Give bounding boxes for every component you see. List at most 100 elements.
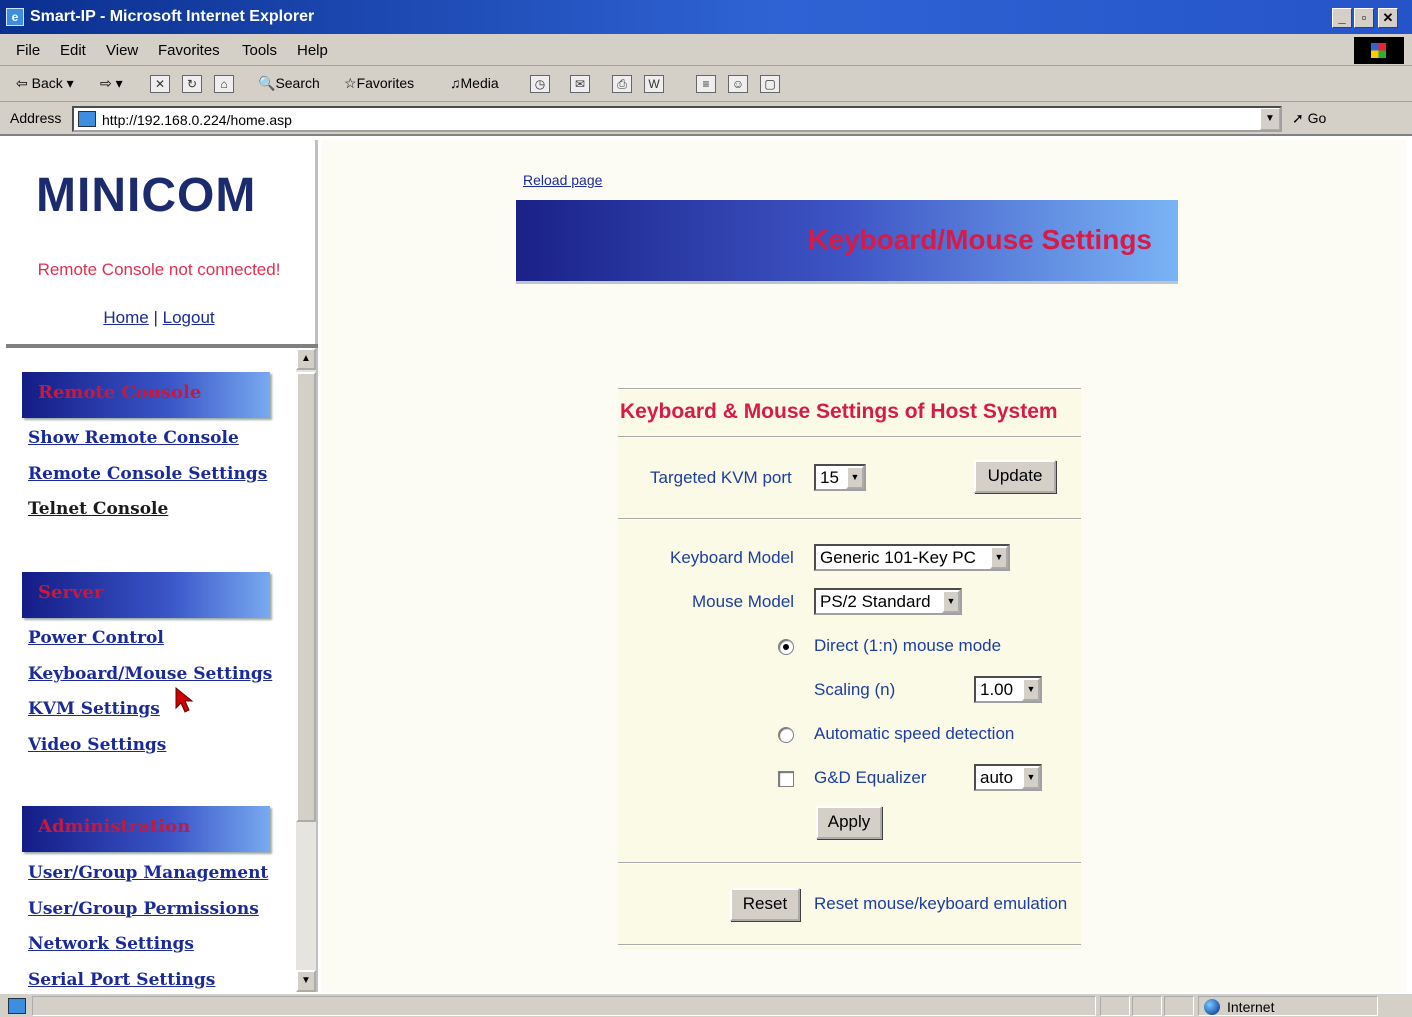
stop-icon[interactable]: ✕ — [150, 75, 170, 93]
scaling-select[interactable]: 1.00 ▼ — [974, 676, 1042, 703]
scroll-thumb[interactable] — [296, 372, 316, 822]
equalizer-select[interactable]: auto ▼ — [974, 764, 1042, 791]
update-button[interactable]: Update — [974, 460, 1056, 493]
mouse-cursor-icon — [175, 686, 194, 713]
panel-divider — [618, 944, 1081, 946]
address-dropdown-icon[interactable]: ▼ — [1260, 108, 1280, 130]
mouse-model-select[interactable]: PS/2 Standard ▼ — [814, 588, 962, 615]
nav-network-settings[interactable]: Network Settings — [28, 934, 194, 954]
kvm-port-select[interactable]: 15 ▼ — [814, 464, 866, 491]
address-label: Address — [10, 110, 62, 126]
go-button[interactable]: ➚ Go — [1292, 110, 1326, 127]
nav-panel: Remote Console Show Remote Console Remot… — [6, 348, 296, 992]
media-button[interactable]: ♫Media — [450, 75, 499, 91]
back-label: Back — [31, 75, 63, 91]
dropdown-arrow-icon: ▼ — [1022, 766, 1040, 789]
mouse-model-label: Mouse Model — [692, 592, 795, 611]
nav-scrollbar[interactable]: ▲ ▼ — [296, 348, 316, 992]
equalizer-label: G&D Equalizer — [814, 768, 927, 787]
edit-icon[interactable]: W — [644, 75, 664, 93]
nav-user-group-management[interactable]: User/Group Management — [28, 863, 268, 883]
keyboard-model-value: Generic 101-Key PC — [820, 548, 976, 567]
history-icon[interactable]: ◷ — [530, 75, 550, 93]
reload-page-link[interactable]: Reload page — [523, 172, 602, 188]
refresh-icon[interactable]: ↻ — [182, 75, 202, 93]
window-title-bar: e Smart-IP - Microsoft Internet Explorer… — [0, 0, 1412, 34]
zone-cell — [1198, 996, 1378, 1016]
nav-header-label: Server — [38, 582, 104, 603]
messenger-icon[interactable]: ☺ — [728, 75, 748, 93]
home-link[interactable]: Home — [103, 308, 148, 327]
page-title: Keyboard/Mouse Settings — [808, 224, 1152, 255]
settings-panel: Keyboard & Mouse Settings of Host System… — [618, 388, 1081, 950]
status-cell — [1132, 996, 1162, 1016]
home-icon[interactable]: ⌂ — [214, 75, 234, 93]
nav-kvm-settings[interactable]: KVM Settings — [28, 699, 160, 719]
nav-user-group-permissions[interactable]: User/Group Permissions — [28, 899, 259, 919]
left-frame: MINICOM Remote Console not connected! Ho… — [6, 140, 318, 992]
nav-header-remote-console: Remote Console — [22, 372, 270, 418]
equalizer-checkbox[interactable] — [778, 771, 794, 787]
close-button[interactable]: ✕ — [1378, 8, 1398, 28]
scaling-value: 1.00 — [980, 680, 1014, 699]
menu-tools[interactable]: Tools — [242, 42, 277, 59]
go-label: Go — [1307, 110, 1327, 126]
window-icon[interactable]: ▢ — [760, 75, 780, 93]
page-icon — [78, 111, 96, 127]
logout-link[interactable]: Logout — [163, 308, 215, 327]
reset-button[interactable]: Reset — [730, 888, 800, 921]
panel-title: Keyboard & Mouse Settings of Host System — [620, 400, 1058, 423]
menu-favorites[interactable]: Favorites — [158, 42, 220, 59]
menu-edit[interactable]: Edit — [60, 42, 86, 59]
equalizer-value: auto — [980, 768, 1014, 787]
maximize-button[interactable]: ▫ — [1354, 8, 1374, 28]
auto-speed-label: Automatic speed detection — [814, 724, 1015, 743]
nav-show-remote-console[interactable]: Show Remote Console — [28, 428, 239, 448]
browser-toolbar: ⇦ Back ▾ ⇨ ▾ ✕ ↻ ⌂ 🔍Search ☆Favorites ♫M… — [0, 66, 1412, 102]
zone-label: Internet — [1227, 999, 1275, 1015]
keyboard-model-select[interactable]: Generic 101-Key PC ▼ — [814, 544, 1010, 571]
panel-divider — [618, 436, 1081, 438]
menu-bar: File Edit View Favorites Tools Help — [0, 34, 1412, 66]
apply-button[interactable]: Apply — [816, 806, 882, 839]
favorites-label: Favorites — [356, 75, 415, 91]
scroll-down-icon[interactable]: ▼ — [296, 970, 316, 992]
menu-view[interactable]: View — [106, 42, 138, 59]
dropdown-arrow-icon: ▼ — [990, 546, 1008, 569]
address-field[interactable]: ▼ — [72, 106, 1282, 132]
discuss-icon[interactable]: ≡ — [696, 75, 716, 93]
search-label: Search — [275, 75, 320, 91]
address-input[interactable] — [102, 111, 1252, 129]
favorites-button[interactable]: ☆Favorites — [344, 75, 414, 92]
page-banner: Keyboard/Mouse Settings — [516, 200, 1178, 284]
direct-mode-radio[interactable] — [778, 639, 794, 655]
dropdown-arrow-icon: ▼ — [846, 466, 864, 489]
menu-help[interactable]: Help — [297, 42, 328, 59]
kvm-port-value: 15 — [820, 468, 839, 487]
forward-button[interactable]: ⇨ ▾ — [100, 75, 123, 92]
auto-speed-radio[interactable] — [778, 727, 794, 743]
direct-mode-label: Direct (1:n) mouse mode — [814, 636, 1002, 655]
window-title: Smart-IP - Microsoft Internet Explorer — [30, 8, 315, 25]
minicom-logo: MINICOM — [36, 169, 257, 222]
nav-power-control[interactable]: Power Control — [28, 628, 164, 648]
mouse-model-value: PS/2 Standard — [820, 592, 931, 611]
status-cell — [1164, 996, 1194, 1016]
nav-telnet-console[interactable]: Telnet Console — [28, 499, 168, 519]
menu-file[interactable]: File — [16, 42, 40, 59]
print-icon[interactable]: ⎙ — [612, 75, 632, 93]
nav-video-settings[interactable]: Video Settings — [28, 735, 166, 755]
kvm-port-label: Targeted KVM port — [650, 468, 792, 487]
scroll-up-icon[interactable]: ▲ — [296, 348, 316, 370]
status-message-cell — [32, 996, 1096, 1016]
nav-serial-port-settings[interactable]: Serial Port Settings — [28, 970, 215, 990]
dropdown-arrow-icon: ▼ — [1022, 678, 1040, 701]
search-button[interactable]: 🔍Search — [258, 75, 320, 92]
dropdown-arrow-icon: ▼ — [942, 590, 960, 613]
back-button[interactable]: ⇦ Back ▾ — [16, 75, 74, 92]
media-label: Media — [460, 75, 499, 91]
minimize-button[interactable]: _ — [1332, 8, 1352, 28]
nav-remote-console-settings[interactable]: Remote Console Settings — [28, 464, 267, 484]
nav-keyboard-mouse-settings[interactable]: Keyboard/Mouse Settings — [28, 664, 272, 684]
mail-icon[interactable]: ✉ — [570, 75, 590, 93]
